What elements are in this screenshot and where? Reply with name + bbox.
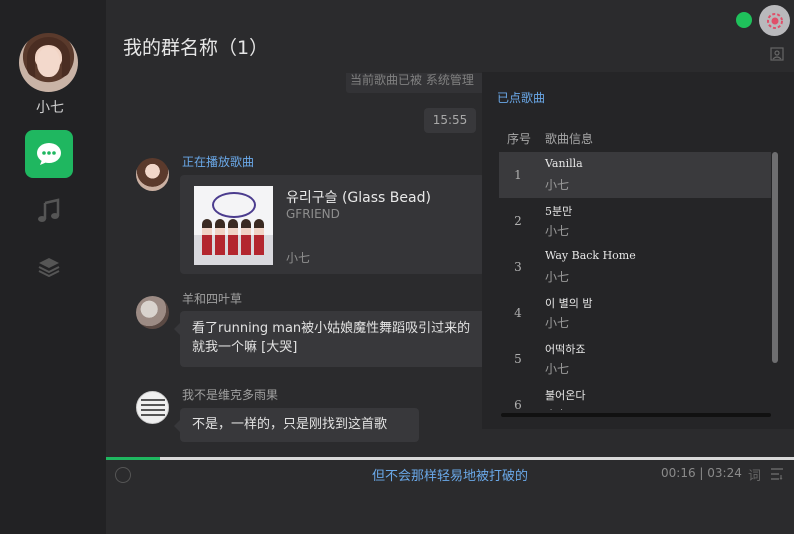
row-requester: 小七 (545, 362, 570, 376)
online-status-dot (736, 12, 752, 28)
playlist-header: 序号 歌曲信息 (507, 130, 593, 147)
song-requester: 小七 (286, 251, 311, 265)
playback-time: 00:16 | 03:24 (661, 466, 742, 480)
message-bubble: 不是，一样的，只是刚找到这首歌 (174, 408, 419, 442)
now-playing-label: 正在播放歌曲 (182, 155, 255, 169)
avatar-hair (27, 37, 70, 77)
row-song-name: 불어온다 (545, 389, 586, 402)
col-info-header: 歌曲信息 (545, 132, 594, 146)
now-playing-card[interactable]: 유리구슬 (Glass Bead) GFRIEND 小七 (180, 175, 485, 274)
row-requester: 小七 (545, 224, 570, 238)
nav-chat-button[interactable] (25, 130, 73, 178)
row-song-name: 5분만 (545, 205, 573, 218)
row-index: 6 (514, 398, 522, 410)
row-index: 1 (514, 168, 522, 182)
col-index-header: 序号 (507, 132, 532, 146)
layers-icon (38, 258, 60, 278)
playlist-title: 已点歌曲 (497, 91, 546, 105)
playlist-list: 1 Vanilla 小七 2 5분만 小七 3 Way Back Home 小七… (499, 152, 781, 480)
system-notice: 当前歌曲已被 系统管理 (346, 73, 496, 93)
song-artist: GFRIEND (286, 207, 340, 221)
playlist-row[interactable]: 6 불어온다 小七 (499, 382, 771, 410)
group-title: 我的群名称（1） (123, 37, 269, 59)
playlist-row[interactable]: 2 5분만 小七 (499, 198, 771, 244)
nav-music-button[interactable] (25, 187, 73, 235)
chat-bubble-icon (37, 143, 61, 165)
chat-main: 我的群名称（1） 当前歌曲已被 系统管理 15:55 正在播放歌曲 유리구슬 (… (106, 0, 794, 534)
playlist-panel: 已点歌曲 序号 歌曲信息 1 Vanilla 小七 2 5분만 小七 3 Way… (482, 72, 794, 429)
row-index: 5 (514, 352, 522, 366)
message-sender: 羊和四叶草 (182, 292, 243, 306)
settings-avatar-button[interactable] (759, 5, 790, 36)
gear-icon (766, 12, 783, 29)
row-index: 2 (514, 214, 522, 228)
playlist-row[interactable]: 4 이 별의 밤 小七 (499, 290, 771, 336)
row-requester: 小七 (545, 316, 570, 330)
row-requester: 小七 (545, 270, 570, 284)
playlist-vertical-scrollbar[interactable] (772, 152, 778, 363)
row-index: 4 (514, 306, 522, 320)
avatar[interactable] (136, 158, 169, 191)
username: 小七 (36, 100, 64, 116)
row-requester: 小七 (545, 178, 570, 192)
playlist-row[interactable]: 1 Vanilla 小七 (499, 152, 771, 198)
playlist-row[interactable]: 5 어떡하죠 小七 (499, 336, 771, 382)
avatar[interactable] (136, 391, 169, 424)
playlist-row[interactable]: 3 Way Back Home 小七 (499, 244, 771, 290)
message-sender: 我不是维克多雨果 (182, 388, 279, 402)
song-title: 유리구슬 (Glass Bead) (286, 190, 431, 206)
album-cover (194, 186, 273, 265)
row-song-name: 이 별의 밤 (545, 297, 593, 310)
row-song-name: Vanilla (545, 157, 583, 170)
row-index: 3 (514, 260, 522, 274)
album-logo (212, 192, 256, 218)
lyrics-button[interactable]: 词 (748, 465, 761, 484)
nav-layers-button[interactable] (25, 243, 73, 291)
avatar[interactable] (136, 296, 169, 329)
playlist-toggle-icon[interactable] (770, 468, 784, 480)
row-song-name: Way Back Home (545, 249, 636, 262)
playlist-horizontal-scrollbar[interactable] (501, 413, 771, 417)
profile-card-icon[interactable] (770, 47, 784, 61)
sidebar: 小七 (0, 0, 106, 534)
music-note-icon (38, 198, 60, 222)
player-bar: 但不会那样轻易地被打破的 00:16 | 03:24 词 (106, 460, 794, 534)
message-bubble: 看了running man被小姑娘魔性舞蹈吸引过来的就我一个嘛 [大哭] (174, 311, 486, 367)
user-avatar[interactable] (19, 33, 78, 92)
message-timestamp: 15:55 (424, 108, 476, 133)
row-requester: 小七 (545, 406, 569, 410)
row-song-name: 어떡하죠 (545, 343, 586, 356)
